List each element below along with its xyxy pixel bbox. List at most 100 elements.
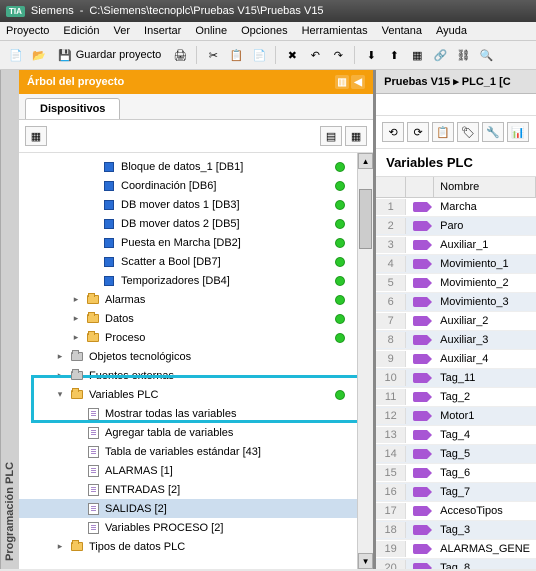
variable-name[interactable]: Movimiento_3 bbox=[434, 294, 536, 310]
go-online-button[interactable]: 🔗 bbox=[430, 45, 450, 65]
grid-row[interactable]: 16Tag_7 bbox=[376, 483, 536, 502]
tree-item[interactable]: ▸Datos bbox=[19, 309, 357, 328]
variable-name[interactable]: Tag_5 bbox=[434, 446, 536, 462]
menu-proyecto[interactable]: Proyecto bbox=[6, 25, 49, 37]
tree-item[interactable]: DB mover datos 2 [DB5] bbox=[19, 214, 357, 233]
variable-name[interactable]: AccesoTipos bbox=[434, 503, 536, 519]
menu-ver[interactable]: Ver bbox=[114, 25, 131, 37]
tree-item[interactable]: Bloque de datos_1 [DB1] bbox=[19, 157, 357, 176]
grid-row[interactable]: 3Auxiliar_1 bbox=[376, 236, 536, 255]
scroll-thumb[interactable] bbox=[359, 189, 372, 249]
tree-item[interactable]: Coordinación [DB6] bbox=[19, 176, 357, 195]
variable-name[interactable]: Movimiento_1 bbox=[434, 256, 536, 272]
grid-row[interactable]: 8Auxiliar_3 bbox=[376, 331, 536, 350]
undo-button[interactable]: ↶ bbox=[305, 45, 325, 65]
menu-insertar[interactable]: Insertar bbox=[144, 25, 181, 37]
variable-name[interactable]: Auxiliar_3 bbox=[434, 332, 536, 348]
paste-button[interactable]: 📄 bbox=[249, 45, 269, 65]
tree-item[interactable]: Agregar tabla de variables bbox=[19, 423, 357, 442]
open-project-button[interactable]: 📂 bbox=[29, 45, 49, 65]
tree-item[interactable]: DB mover datos 1 [DB3] bbox=[19, 195, 357, 214]
delete-button[interactable]: ✖ bbox=[282, 45, 302, 65]
side-tab-programacion[interactable]: Programación PLC bbox=[0, 70, 19, 569]
tree-item[interactable]: ▸Alarmas bbox=[19, 290, 357, 309]
menu-opciones[interactable]: Opciones bbox=[241, 25, 287, 37]
grid-row[interactable]: 5Movimiento_2 bbox=[376, 274, 536, 293]
variable-name[interactable]: Tag_7 bbox=[434, 484, 536, 500]
cut-button[interactable]: ✂ bbox=[203, 45, 223, 65]
expander-icon[interactable]: ▸ bbox=[55, 351, 65, 362]
search-button[interactable]: 🔍 bbox=[476, 45, 496, 65]
print-button[interactable]: 🖨 bbox=[170, 45, 190, 65]
menu-online[interactable]: Online bbox=[195, 25, 227, 37]
tree-item[interactable]: ▸Tipos de datos PLC bbox=[19, 537, 357, 556]
expander-icon[interactable]: ▸ bbox=[71, 332, 81, 343]
variable-name[interactable]: Paro bbox=[434, 218, 536, 234]
new-project-button[interactable]: 📄 bbox=[6, 45, 26, 65]
variable-name[interactable]: Tag_8 bbox=[434, 560, 536, 569]
tree-item[interactable]: Scatter a Bool [DB7] bbox=[19, 252, 357, 271]
tree-view-detail[interactable]: ▦ bbox=[345, 126, 367, 146]
grid-row[interactable]: 9Auxiliar_4 bbox=[376, 350, 536, 369]
editor-tool-4[interactable]: 🏷 bbox=[457, 122, 479, 142]
variables-grid[interactable]: Nombre 1Marcha2Paro3Auxiliar_14Movimient… bbox=[376, 177, 536, 569]
save-project-button[interactable]: 💾 Guardar proyecto bbox=[52, 47, 167, 64]
tree-item[interactable]: SALIDAS [2] bbox=[19, 499, 357, 518]
tree-item[interactable]: ENTRADAS [2] bbox=[19, 480, 357, 499]
grid-row[interactable]: 1Marcha bbox=[376, 198, 536, 217]
grid-row[interactable]: 19ALARMAS_GENE bbox=[376, 540, 536, 559]
variable-name[interactable]: Tag_2 bbox=[434, 389, 536, 405]
variable-name[interactable]: ALARMAS_GENE bbox=[434, 541, 536, 557]
compile-button[interactable]: ▦ bbox=[407, 45, 427, 65]
tree-item[interactable]: ▸Objetos tecnológicos bbox=[19, 347, 357, 366]
tree-item[interactable]: ▸Proceso bbox=[19, 328, 357, 347]
expander-icon[interactable]: ▸ bbox=[55, 370, 65, 381]
variable-name[interactable]: Auxiliar_4 bbox=[434, 351, 536, 367]
grid-row[interactable]: 11Tag_2 bbox=[376, 388, 536, 407]
grid-row[interactable]: 7Auxiliar_2 bbox=[376, 312, 536, 331]
tree-item[interactable]: Puesta en Marcha [DB2] bbox=[19, 233, 357, 252]
grid-row[interactable]: 6Movimiento_3 bbox=[376, 293, 536, 312]
grid-row[interactable]: 4Movimiento_1 bbox=[376, 255, 536, 274]
variable-name[interactable]: Motor1 bbox=[434, 408, 536, 424]
variable-name[interactable]: Tag_3 bbox=[434, 522, 536, 538]
tree-item[interactable]: ▾Variables PLC bbox=[19, 385, 357, 404]
variable-name[interactable]: Auxiliar_1 bbox=[434, 237, 536, 253]
download-button[interactable]: ⬇ bbox=[361, 45, 381, 65]
variable-name[interactable]: Tag_4 bbox=[434, 427, 536, 443]
tree-view-list[interactable]: ▤ bbox=[320, 126, 342, 146]
col-nombre[interactable]: Nombre bbox=[434, 177, 536, 197]
tree-item[interactable]: Variables PROCESO [2] bbox=[19, 518, 357, 537]
grid-row[interactable]: 17AccesoTipos bbox=[376, 502, 536, 521]
editor-tool-3[interactable]: 📋 bbox=[432, 122, 454, 142]
expander-icon[interactable]: ▸ bbox=[71, 294, 81, 305]
grid-row[interactable]: 13Tag_4 bbox=[376, 426, 536, 445]
tab-dispositivos[interactable]: Dispositivos bbox=[25, 98, 120, 119]
grid-row[interactable]: 20Tag_8 bbox=[376, 559, 536, 569]
grid-row[interactable]: 2Paro bbox=[376, 217, 536, 236]
scroll-down-button[interactable]: ▼ bbox=[358, 553, 373, 569]
grid-row[interactable]: 10Tag_11 bbox=[376, 369, 536, 388]
tree-item[interactable]: Tabla de variables estándar [43] bbox=[19, 442, 357, 461]
editor-tool-6[interactable]: 📊 bbox=[507, 122, 529, 142]
variable-name[interactable]: Auxiliar_2 bbox=[434, 313, 536, 329]
redo-button[interactable]: ↷ bbox=[328, 45, 348, 65]
pane-collapse-button[interactable]: ◀ bbox=[351, 75, 365, 89]
expander-icon[interactable]: ▸ bbox=[55, 541, 65, 552]
variable-name[interactable]: Tag_11 bbox=[434, 370, 536, 386]
grid-row[interactable]: 14Tag_5 bbox=[376, 445, 536, 464]
grid-row[interactable]: 18Tag_3 bbox=[376, 521, 536, 540]
variable-name[interactable]: Tag_6 bbox=[434, 465, 536, 481]
editor-tool-2[interactable]: ⟳ bbox=[407, 122, 429, 142]
go-offline-button[interactable]: ⛓ bbox=[453, 45, 473, 65]
tree-item[interactable]: Temporizadores [DB4] bbox=[19, 271, 357, 290]
upload-button[interactable]: ⬆ bbox=[384, 45, 404, 65]
variable-name[interactable]: Movimiento_2 bbox=[434, 275, 536, 291]
expander-icon[interactable]: ▸ bbox=[71, 313, 81, 324]
grid-row[interactable]: 15Tag_6 bbox=[376, 464, 536, 483]
tree-item[interactable]: ▸Fuentes externas bbox=[19, 366, 357, 385]
grid-row[interactable]: 12Motor1 bbox=[376, 407, 536, 426]
expander-icon[interactable]: ▾ bbox=[55, 389, 65, 400]
copy-button[interactable]: 📋 bbox=[226, 45, 246, 65]
editor-tool-1[interactable]: ⟲ bbox=[382, 122, 404, 142]
